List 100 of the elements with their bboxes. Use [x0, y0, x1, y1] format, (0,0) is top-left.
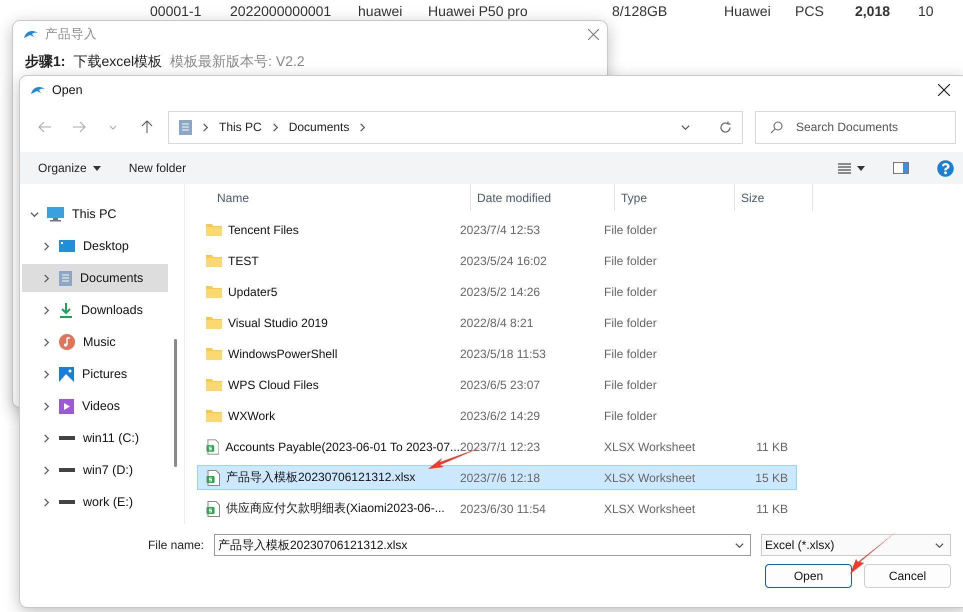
file-name: WindowsPowerShell: [198, 346, 460, 360]
chevron-right-icon[interactable]: [42, 242, 51, 250]
folder-icon: [206, 378, 222, 391]
file-row[interactable]: TEST 2023/5/24 16:02 File folder: [197, 248, 797, 273]
music-note-icon: [59, 334, 75, 350]
file-row[interactable]: Tencent Files 2023/7/4 12:53 File folder: [197, 217, 797, 242]
chevron-right-icon[interactable]: [201, 122, 210, 132]
file-row[interactable]: WPS Cloud Files 2023/6/5 23:07 File folder: [197, 372, 797, 397]
chevron-right-icon[interactable]: [42, 274, 51, 282]
file-name: 供应商应付欠款明细表(Xiaomi2023-06-...: [198, 500, 460, 517]
step-label: 步骤1:: [25, 53, 66, 71]
refresh-icon[interactable]: [719, 120, 732, 134]
column-header[interactable]: Date modified: [471, 184, 615, 211]
help-icon[interactable]: [937, 160, 954, 176]
chevron-right-icon[interactable]: [358, 122, 368, 132]
file-row[interactable]: WXWork 2023/6/2 14:29 File folder: [197, 403, 797, 428]
nav-item[interactable]: This PC: [22, 200, 168, 228]
new-folder-button[interactable]: New folder: [128, 161, 186, 175]
type-cell-text: File folder: [604, 378, 658, 392]
download-template-link[interactable]: 下载excel模板: [73, 53, 162, 71]
address-bar[interactable]: This PC Documents: [168, 110, 743, 144]
preview-pane-icon[interactable]: [893, 162, 909, 174]
chevron-right-icon[interactable]: [42, 434, 51, 442]
spreadsheet-file-icon: [206, 500, 220, 516]
date-cell-text: 2023/5/2 14:26: [460, 284, 542, 298]
file-name-label: File name:: [148, 538, 204, 552]
arrow-right-icon: [72, 121, 86, 133]
breadcrumb-item[interactable]: This PC: [219, 120, 262, 134]
organize-button[interactable]: Organize: [38, 161, 101, 175]
chevron-down-icon[interactable]: [30, 210, 39, 218]
size-cell-text: 11 KB: [755, 440, 788, 454]
nav-item[interactable]: Videos: [22, 392, 168, 420]
open-button[interactable]: Open: [765, 564, 852, 588]
file-row[interactable]: 供应商应付欠款明细表(Xiaomi2023-06-... 2023/6/30 11:54 XLSX Worksheet 11 KB: [197, 496, 797, 521]
nav-item[interactable]: work (E:): [22, 488, 168, 516]
video-icon: [59, 398, 74, 414]
date-cell-text: 2023/6/30 11:54: [460, 502, 547, 516]
nav-item[interactable]: Pictures: [22, 360, 168, 388]
chevron-down-icon: [109, 124, 117, 130]
column-header[interactable]: Type: [615, 184, 735, 211]
folder-icon: [206, 347, 222, 360]
date-cell-text: 2023/6/2 14:29: [460, 408, 542, 422]
file-row[interactable]: Visual Studio 2019 2022/8/4 8:21 File folder: [197, 310, 797, 335]
table-cell-text: 10: [918, 3, 935, 19]
window-title: Open: [52, 83, 84, 97]
file-row[interactable]: Accounts Payable(2023-06-01 To 2023-07...2023/7/1 12:23 XLSX Worksheet 11 KB: [197, 434, 797, 459]
file-row[interactable]: Updater5 2023/5/2 14:26 File folder: [197, 279, 797, 304]
nav-item[interactable]: Downloads: [22, 296, 168, 324]
type-cell-text: File folder: [604, 408, 658, 422]
type-cell-text: File folder: [604, 346, 658, 360]
document-icon: [179, 120, 192, 134]
file-name: TEST: [198, 254, 460, 268]
folder-icon: [206, 316, 222, 329]
chevron-down-icon[interactable]: [735, 540, 744, 550]
close-icon[interactable]: [938, 84, 950, 96]
chevron-right-icon[interactable]: [270, 122, 280, 132]
drive-icon: [59, 500, 75, 504]
search-field[interactable]: Search Documents: [755, 110, 956, 144]
date-cell-text: 2023/7/1 12:23: [460, 440, 542, 454]
table-cell-text: 00001-1: [150, 3, 202, 19]
type-cell-text: File folder: [604, 254, 658, 268]
scrollbar-thumb[interactable]: [174, 339, 177, 467]
download-arrow-icon: [59, 302, 73, 318]
file-name-field[interactable]: 产品导入模板20230706121312.xlsx: [214, 534, 751, 556]
breadcrumb-item[interactable]: Documents: [288, 120, 350, 134]
file-row[interactable]: WindowsPowerShell 2023/5/18 11:53 File folder: [197, 341, 797, 366]
date-cell-text: 2023/7/6 12:18: [460, 470, 542, 484]
chevron-right-icon[interactable]: [42, 466, 51, 474]
table-cell-text: Huawei: [724, 3, 772, 19]
view-options-button[interactable]: [838, 162, 865, 174]
nav-item[interactable]: win11 (C:): [22, 424, 168, 452]
file-name: WPS Cloud Files: [198, 378, 460, 392]
nav-item[interactable]: Desktop: [22, 232, 168, 260]
chevron-right-icon[interactable]: [42, 306, 51, 314]
version-label: 模板最新版本号: V2.2: [170, 53, 305, 71]
file-row[interactable]: 产品导入模板20230706121312.xlsx 2023/7/6 12:18 XLSX Worksheet 15 KB: [197, 465, 797, 490]
nav-item[interactable]: Documents: [22, 264, 168, 292]
chevron-right-icon[interactable]: [42, 370, 51, 378]
cancel-button[interactable]: Cancel: [864, 564, 951, 588]
chevron-down-icon[interactable]: [681, 122, 690, 132]
file-name: Tencent Files: [198, 222, 460, 236]
chevron-right-icon[interactable]: [42, 402, 51, 410]
date-cell-text: 2023/7/4 12:53: [460, 222, 542, 236]
table-cell-text: 8/128GB: [612, 3, 668, 19]
file-type-dropdown[interactable]: Excel (*.xlsx): [761, 534, 951, 556]
file-name: Accounts Payable(2023-06-01 To 2023-07...: [198, 438, 460, 454]
column-header[interactable]: Name: [197, 184, 471, 211]
dolphin-icon: [23, 28, 39, 40]
chevron-right-icon[interactable]: [42, 338, 51, 346]
type-cell-text: XLSX Worksheet: [604, 470, 696, 484]
type-cell-text: File folder: [604, 316, 658, 330]
file-name: Updater5: [198, 284, 460, 298]
chevron-right-icon[interactable]: [42, 498, 51, 506]
nav-item[interactable]: Music: [22, 328, 168, 356]
type-cell-text: File folder: [604, 222, 658, 236]
chevron-down-icon[interactable]: [935, 540, 944, 550]
nav-item[interactable]: win7 (D:): [22, 456, 168, 484]
column-header[interactable]: Size: [735, 184, 813, 211]
file-name: WXWork: [198, 408, 460, 422]
file-name: Visual Studio 2019: [198, 316, 460, 330]
